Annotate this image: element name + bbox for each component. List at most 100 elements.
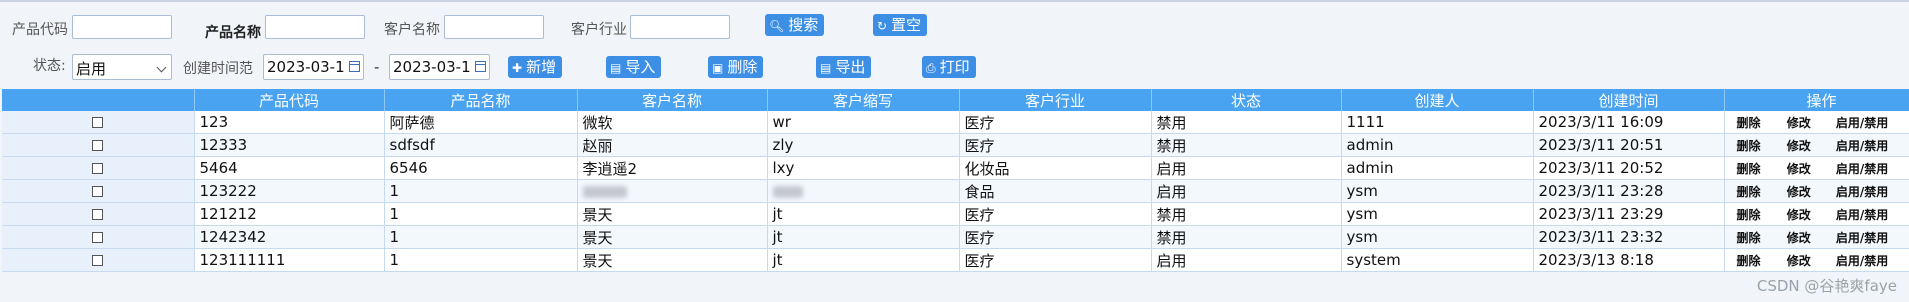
- row-toggle-link[interactable]: 启用/禁用: [1836, 183, 1888, 200]
- row-checkbox[interactable]: [92, 140, 104, 151]
- delete-button[interactable]: ▣ 删除: [708, 56, 764, 78]
- customer-name-input[interactable]: [444, 15, 544, 39]
- cell-product-code: 123: [194, 111, 385, 134]
- cell-product-name: 1: [384, 225, 578, 249]
- row-edit-link[interactable]: 修改: [1787, 114, 1811, 131]
- product-name-input[interactable]: [265, 15, 365, 39]
- row-toggle-link[interactable]: 启用/禁用: [1836, 206, 1888, 223]
- row-edit-link[interactable]: 修改: [1787, 160, 1811, 177]
- table-row: 123222 1 食品 启用 ysm 2023/3/11 23:28 删除 修改…: [2, 179, 1909, 203]
- status-select-value: 启用: [76, 60, 107, 78]
- row-select-cell: [2, 179, 195, 203]
- export-button[interactable]: ▤ 导出: [816, 56, 872, 78]
- row-checkbox[interactable]: [92, 163, 104, 174]
- cell-customer-abbr: [767, 179, 960, 203]
- cell-customer-name: 赵丽: [577, 133, 768, 157]
- print-button[interactable]: ⎙ 打印: [922, 56, 976, 78]
- row-checkbox[interactable]: [92, 117, 104, 128]
- row-toggle-link[interactable]: 启用/禁用: [1836, 160, 1888, 177]
- row-edit-link[interactable]: 修改: [1787, 206, 1811, 223]
- table-row: 12333 sdfsdf 赵丽 zly 医疗 禁用 admin 2023/3/1…: [2, 133, 1909, 157]
- cell-product-name: 1: [384, 179, 578, 203]
- cell-product-name: 阿萨德: [384, 111, 578, 134]
- cell-customer-industry: 医疗: [959, 248, 1152, 272]
- cell-product-code: 123111111: [194, 248, 385, 272]
- col-header-status[interactable]: 状态: [1151, 89, 1342, 111]
- row-toggle-link[interactable]: 启用/禁用: [1836, 229, 1888, 246]
- date-to-input[interactable]: 2023-03-1: [389, 54, 490, 80]
- import-button[interactable]: ▤ 导入: [606, 56, 662, 78]
- row-delete-link[interactable]: 删除: [1737, 206, 1761, 223]
- cell-status: 启用: [1151, 179, 1342, 203]
- add-button-label: 新增: [526, 58, 557, 76]
- cell-created-time: 2023/3/11 23:28: [1533, 179, 1725, 203]
- cell-customer-abbr: jt: [767, 248, 960, 272]
- col-header-customer-abbr[interactable]: 客户缩写: [767, 89, 960, 111]
- date-from-input[interactable]: 2023-03-1: [263, 54, 364, 80]
- cell-product-code: 12333: [194, 133, 385, 157]
- cell-customer-name: 微软: [577, 111, 768, 134]
- row-delete-link[interactable]: 删除: [1737, 252, 1761, 269]
- col-header-customer-industry[interactable]: 客户行业: [959, 89, 1152, 111]
- cell-created-time: 2023/3/11 23:29: [1533, 202, 1725, 226]
- table-row: 1242342 1 景天 jt 医疗 禁用 ysm 2023/3/11 23:3…: [2, 225, 1909, 249]
- cell-customer-abbr: jt: [767, 202, 960, 226]
- cell-creator: admin: [1341, 133, 1534, 157]
- row-edit-link[interactable]: 修改: [1787, 137, 1811, 154]
- cell-status: 禁用: [1151, 111, 1342, 134]
- cell-created-time: 2023/3/11 20:51: [1533, 133, 1725, 157]
- cell-customer-name: [577, 179, 768, 203]
- row-delete-link[interactable]: 删除: [1737, 137, 1761, 154]
- row-edit-link[interactable]: 修改: [1787, 183, 1811, 200]
- col-header-product-code[interactable]: 产品代码: [194, 89, 385, 111]
- row-delete-link[interactable]: 删除: [1737, 183, 1761, 200]
- table-row: 123 阿萨德 微软 wr 医疗 禁用 1111 2023/3/11 16:09…: [2, 111, 1909, 134]
- row-checkbox[interactable]: [92, 186, 104, 197]
- cell-product-name: 6546: [384, 156, 578, 180]
- plus-icon: ✚: [512, 61, 523, 75]
- row-select-cell: [2, 111, 195, 134]
- cell-customer-industry: 食品: [959, 179, 1152, 203]
- cell-product-code: 5464: [194, 156, 385, 180]
- cell-actions: 删除 修改 启用/禁用: [1724, 111, 1909, 134]
- product-name-label: 产品名称: [205, 25, 261, 41]
- row-edit-link[interactable]: 修改: [1787, 229, 1811, 246]
- redacted-text: [582, 185, 627, 198]
- cell-creator: ysm: [1341, 179, 1534, 203]
- search-button[interactable]: 🔍︎ 搜索: [765, 14, 825, 36]
- row-delete-link[interactable]: 删除: [1737, 229, 1761, 246]
- cell-creator: system: [1341, 248, 1534, 272]
- customer-name-label: 客户名称: [384, 22, 440, 38]
- row-checkbox[interactable]: [92, 232, 104, 243]
- row-toggle-link[interactable]: 启用/禁用: [1836, 252, 1888, 269]
- customer-industry-input[interactable]: [630, 15, 730, 39]
- row-select-cell: [2, 248, 195, 272]
- data-table: 产品代码 产品名称 客户名称 客户缩写 客户行业 状态 创建人 创建时间 操作 …: [2, 89, 1909, 272]
- col-header-product-name[interactable]: 产品名称: [384, 89, 578, 111]
- search-button-label: 搜索: [788, 16, 819, 34]
- col-header-created-time[interactable]: 创建时间: [1533, 89, 1725, 111]
- redacted-text: [772, 185, 803, 198]
- col-header-customer-name[interactable]: 客户名称: [577, 89, 768, 111]
- cell-product-name: sdfsdf: [384, 133, 578, 157]
- trash-icon: ▣: [712, 61, 724, 75]
- calendar-icon[interactable]: [349, 61, 360, 72]
- row-checkbox[interactable]: [92, 255, 104, 266]
- status-select[interactable]: 启用: [72, 54, 172, 80]
- import-icon: ▤: [610, 61, 622, 75]
- col-header-select[interactable]: [2, 89, 195, 111]
- row-delete-link[interactable]: 删除: [1737, 160, 1761, 177]
- cell-created-time: 2023/3/13 8:18: [1533, 248, 1725, 272]
- calendar-icon[interactable]: [475, 61, 486, 72]
- product-code-input[interactable]: [72, 15, 172, 39]
- row-checkbox[interactable]: [92, 209, 104, 220]
- row-edit-link[interactable]: 修改: [1787, 252, 1811, 269]
- col-header-creator[interactable]: 创建人: [1341, 89, 1534, 111]
- reset-button[interactable]: ↻ 置空: [873, 14, 928, 36]
- top-divider: [0, 0, 1909, 2]
- delete-button-label: 删除: [727, 58, 758, 76]
- row-toggle-link[interactable]: 启用/禁用: [1836, 114, 1888, 131]
- row-delete-link[interactable]: 删除: [1737, 114, 1761, 131]
- add-button[interactable]: ✚ 新增: [508, 56, 563, 78]
- row-toggle-link[interactable]: 启用/禁用: [1836, 137, 1888, 154]
